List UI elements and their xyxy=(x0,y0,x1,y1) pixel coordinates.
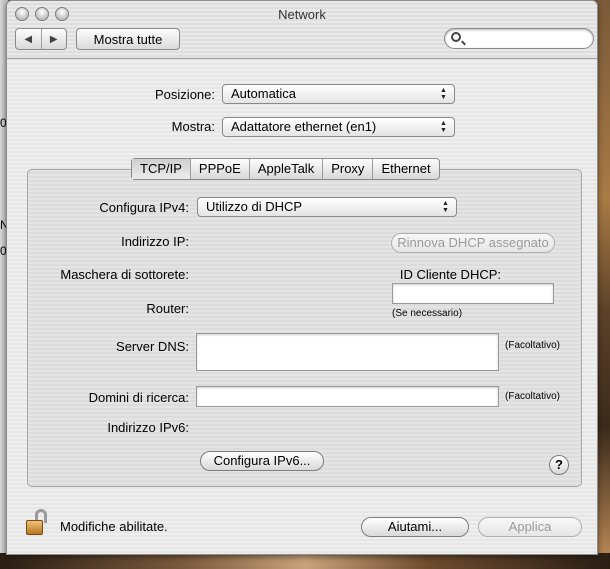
show-label: Mostra: xyxy=(171,119,215,134)
lock-status-text: Modifiche abilitate. xyxy=(60,519,168,534)
desktop-right-edge xyxy=(598,0,610,569)
help-button[interactable]: Aiutami... xyxy=(361,517,469,537)
dhcp-client-id-label: ID Cliente DHCP: xyxy=(399,267,501,282)
triangle-right-icon: ▶ xyxy=(49,33,58,45)
subnet-mask-label: Maschera di sottorete: xyxy=(60,267,189,282)
lock-icon[interactable] xyxy=(26,509,48,535)
tab-bar: TCP/IP PPPoE AppleTalk Proxy Ethernet xyxy=(131,158,440,180)
popup-arrows-icon: ▲ ▼ xyxy=(442,200,449,214)
search-domains-optional-note: (Facoltativo) xyxy=(505,391,561,402)
tab-appletalk[interactable]: AppleTalk xyxy=(248,159,322,179)
if-needed-note: (Se necessario) xyxy=(392,308,463,319)
search-domains-label: Domini di ricerca: xyxy=(88,390,189,405)
back-button[interactable]: ◀ xyxy=(16,29,41,49)
configure-ipv4-popup[interactable]: Utilizzo di DHCP ▲ ▼ xyxy=(197,197,457,217)
renew-dhcp-button[interactable]: Rinnova DHCP assegnato xyxy=(391,233,555,253)
help-icon[interactable]: ? xyxy=(549,455,569,475)
window-title: Network xyxy=(278,7,326,22)
popup-arrows-icon: ▲ ▼ xyxy=(440,120,447,134)
back-forward-control: ◀ ▶ xyxy=(15,28,67,50)
show-all-button[interactable]: Mostra tutte xyxy=(76,28,180,50)
dns-server-field[interactable] xyxy=(196,333,499,371)
apply-button[interactable]: Applica xyxy=(478,517,582,537)
location-popup[interactable]: Automatica ▲ ▼ xyxy=(222,84,455,104)
tab-ethernet[interactable]: Ethernet xyxy=(372,159,438,179)
dns-optional-note: (Facoltativo) xyxy=(505,340,561,351)
lock-body xyxy=(26,520,43,535)
tab-tcpip[interactable]: TCP/IP xyxy=(132,159,190,179)
location-label: Posizione: xyxy=(155,87,215,102)
title-bar: Network ◀ ▶ Mostra tutte xyxy=(7,1,597,59)
configure-ipv4-value: Utilizzo di DHCP xyxy=(206,199,303,214)
ipv6-address-label: Indirizzo IPv6: xyxy=(107,420,189,435)
tab-pppoe[interactable]: PPPoE xyxy=(189,159,249,179)
show-value: Adattatore ethernet (en1) xyxy=(231,119,377,134)
dhcp-client-id-field[interactable] xyxy=(392,283,554,304)
tab-proxy[interactable]: Proxy xyxy=(322,159,372,179)
forward-button[interactable]: ▶ xyxy=(40,29,67,49)
magnifier-icon xyxy=(451,32,461,42)
desktop-bottom-edge xyxy=(0,553,610,569)
configure-ipv6-button[interactable]: Configura IPv6... xyxy=(200,451,324,471)
configure-ipv4-label: Configura IPv4: xyxy=(99,200,189,215)
popup-arrows-icon: ▲ ▼ xyxy=(440,87,447,101)
router-label: Router: xyxy=(146,301,189,316)
dns-server-label: Server DNS: xyxy=(116,339,189,354)
show-popup[interactable]: Adattatore ethernet (en1) ▲ ▼ xyxy=(222,117,455,137)
triangle-left-icon: ◀ xyxy=(24,33,33,45)
ip-address-label: Indirizzo IP: xyxy=(121,234,189,249)
location-value: Automatica xyxy=(231,86,297,101)
network-preferences-window: Network ◀ ▶ Mostra tutte Posizione: Auto… xyxy=(6,0,598,555)
search-field[interactable] xyxy=(444,28,594,49)
search-domains-field[interactable] xyxy=(196,386,499,407)
